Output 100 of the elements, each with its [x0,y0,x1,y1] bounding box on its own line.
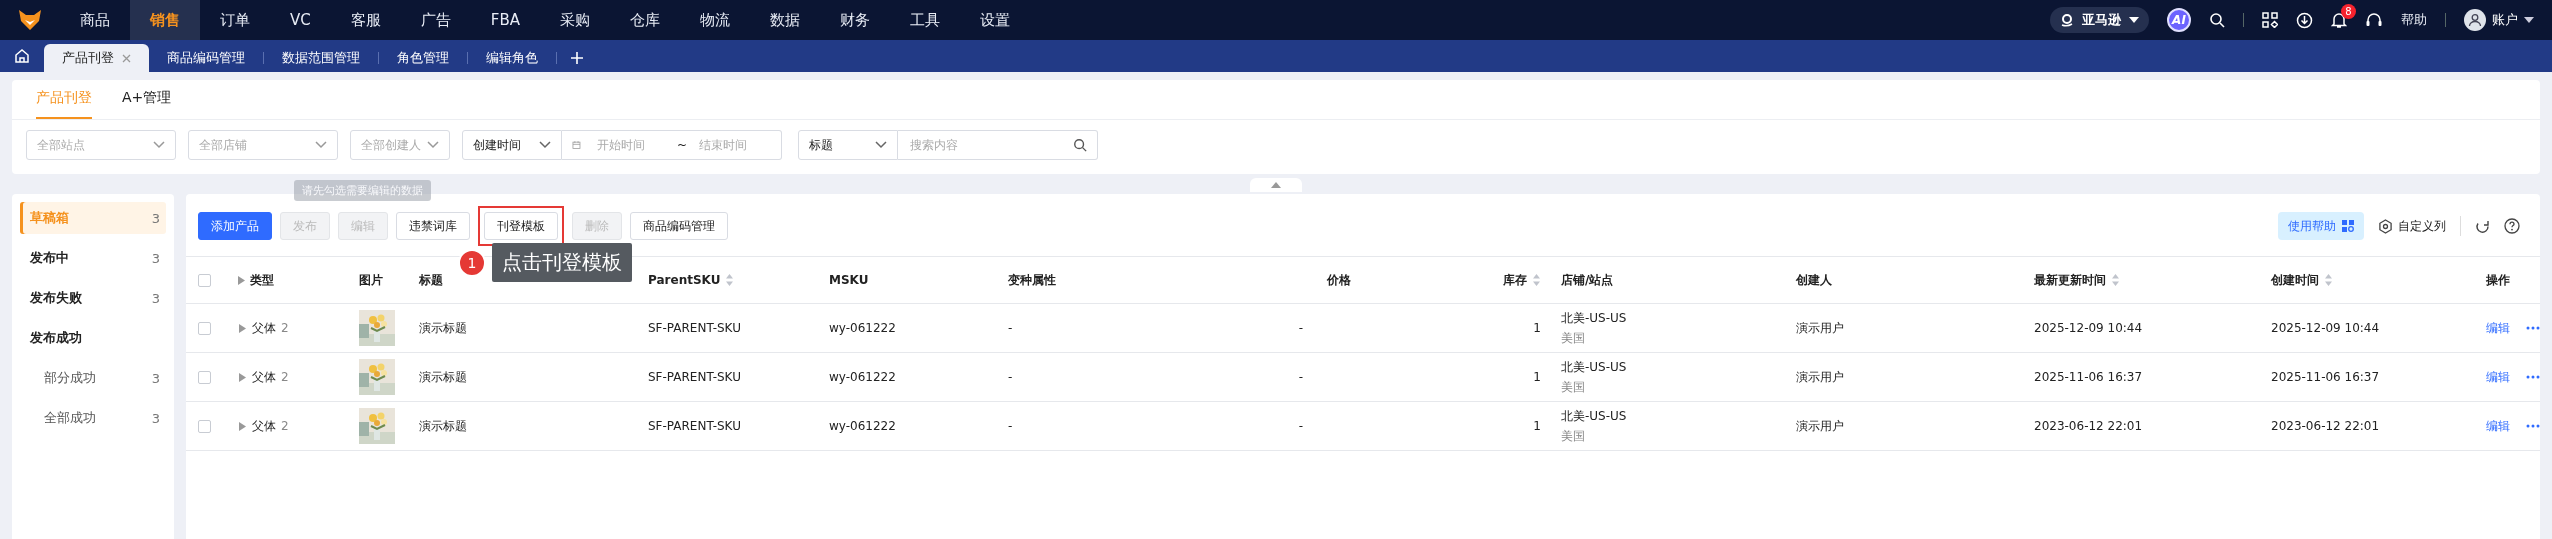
search-icon[interactable] [2209,12,2225,28]
table-cell: SF-PARENT-SKU [648,419,741,433]
step-badge: 1 [458,248,486,277]
sidebar-item[interactable]: 部分成功 3 [20,362,166,394]
column-header: 操作 [2486,271,2510,289]
add-tab-icon[interactable] [570,51,584,65]
more-icon[interactable] [2526,424,2540,428]
nav-item[interactable]: 订单 [200,0,270,40]
sidebar-item[interactable]: 发布失败 3 [20,282,166,314]
table-cell: - [1298,321,1303,335]
nav-item[interactable]: VC [270,0,331,40]
fox-logo-icon[interactable] [18,9,42,31]
caret-icon [2524,17,2534,23]
date-range-field[interactable]: 开始时间 ~ 结束时间 [562,130,782,160]
sidebar-item[interactable]: 发布成功 [20,322,166,354]
ai-button[interactable]: AI [2167,8,2191,32]
caret-icon [2129,17,2139,23]
nav-item[interactable]: 数据 [749,0,820,40]
child-count: 2 [281,370,289,384]
toolbar-button[interactable]: 刊登模板 [484,212,558,240]
table-cell: - [1008,321,1013,335]
expand-icon[interactable] [238,323,247,333]
column-header: 变种属性 [1008,271,1056,289]
table-cell: 2023-06-12 22:01 [2034,419,2143,433]
toolbar-button[interactable]: 商品编码管理 [630,212,728,240]
table-cell: 演示用户 [1796,368,1844,386]
help-icon[interactable] [2504,218,2520,234]
end-date-field[interactable]: 结束时间 [695,130,771,160]
custom-columns-button[interactable]: 自定义列 [2378,217,2446,235]
table-cell: wy-061222 [829,321,896,335]
headset-icon[interactable] [2365,11,2383,29]
tab[interactable]: 产品刊登 [44,44,149,72]
notification-badge: 8 [2341,3,2356,19]
start-date-field[interactable]: 开始时间 [588,130,669,160]
grid-search-icon [2342,220,2354,232]
nav-item[interactable]: 工具 [889,0,960,40]
chevron-down-icon [315,141,327,149]
search-icon[interactable] [1073,138,1087,152]
nav-item[interactable]: 采购 [539,0,610,40]
table-cell: 北美-US-US [1561,358,1627,376]
column-header: 最新更新时间 [2034,271,2106,289]
nav-item[interactable]: 客服 [330,0,401,40]
table-cell: - [1298,370,1303,384]
calendar-icon [572,138,581,152]
more-icon[interactable] [2526,326,2540,330]
column-header: 店铺/站点 [1561,271,1614,289]
table-cell: 北美-US-US [1561,407,1627,425]
sidebar-item[interactable]: 全部成功 3 [20,402,166,434]
expand-icon[interactable] [238,275,245,285]
sidebar-item[interactable]: 发布中 3 [20,242,166,274]
nav-item[interactable]: 设置 [959,0,1030,40]
nav-item[interactable]: 商品 [60,0,130,40]
account-menu[interactable]: 账户 [2464,9,2534,31]
expand-icon[interactable] [238,421,247,431]
edit-link[interactable]: 编辑 [2486,368,2510,386]
expand-icon[interactable] [238,372,247,382]
row-checkbox[interactable] [198,419,211,433]
tab[interactable]: 编辑角色 [468,44,556,72]
row-checkbox[interactable] [198,370,211,384]
refresh-icon[interactable] [2475,218,2490,234]
home-icon[interactable] [14,48,30,64]
toolbar-button[interactable]: 添加产品 [198,212,272,240]
table-cell: 2025-12-09 10:44 [2034,321,2143,335]
nav-item[interactable]: 广告 [400,0,471,40]
apps-icon[interactable] [2262,12,2278,28]
edit-link[interactable]: 编辑 [2486,319,2510,337]
search-type-select[interactable]: 标题 [798,130,898,160]
help-button[interactable]: 使用帮助 [2278,212,2364,240]
tab[interactable]: 数据范围管理 [264,44,378,72]
column-header: 价格 [1327,271,1351,289]
sub-tab[interactable]: A+管理 [122,89,172,119]
row-checkbox[interactable] [198,321,211,335]
search-field[interactable]: 搜索内容 [908,130,1062,160]
column-header: 图片 [359,271,383,289]
column-header: 创建人 [1796,271,1832,289]
type-text: 父体 [252,417,276,435]
close-icon[interactable] [122,53,131,63]
settings-icon [2378,218,2393,234]
collapse-icon[interactable] [1271,182,1281,188]
search-box[interactable]: 搜索内容 [898,130,1098,160]
edit-link[interactable]: 编辑 [2486,417,2510,435]
table-cell: 1 [1533,321,1541,335]
nav-item[interactable]: 仓库 [609,0,680,40]
nav-item[interactable]: FBA [470,0,540,40]
help-link[interactable]: 帮助 [2401,11,2427,29]
child-count: 2 [281,321,289,335]
sidebar-item[interactable]: 草稿箱 3 [20,202,166,234]
platform-selector[interactable]: 亚马逊 [2050,7,2149,33]
more-icon[interactable] [2526,375,2540,379]
select-all-checkbox[interactable] [198,273,211,287]
nav-item[interactable]: 财务 [819,0,890,40]
chevron-down-icon [539,141,551,149]
nav-item[interactable]: 物流 [679,0,750,40]
tab[interactable]: 商品编码管理 [149,44,263,72]
nav-item[interactable]: 销售 [130,0,200,40]
download-icon[interactable] [2296,11,2313,29]
time-type-select[interactable]: 创建时间 [462,130,562,160]
toolbar-button[interactable]: 违禁词库 [396,212,470,240]
bell-icon[interactable] [2331,11,2347,29]
tab[interactable]: 角色管理 [379,44,467,72]
